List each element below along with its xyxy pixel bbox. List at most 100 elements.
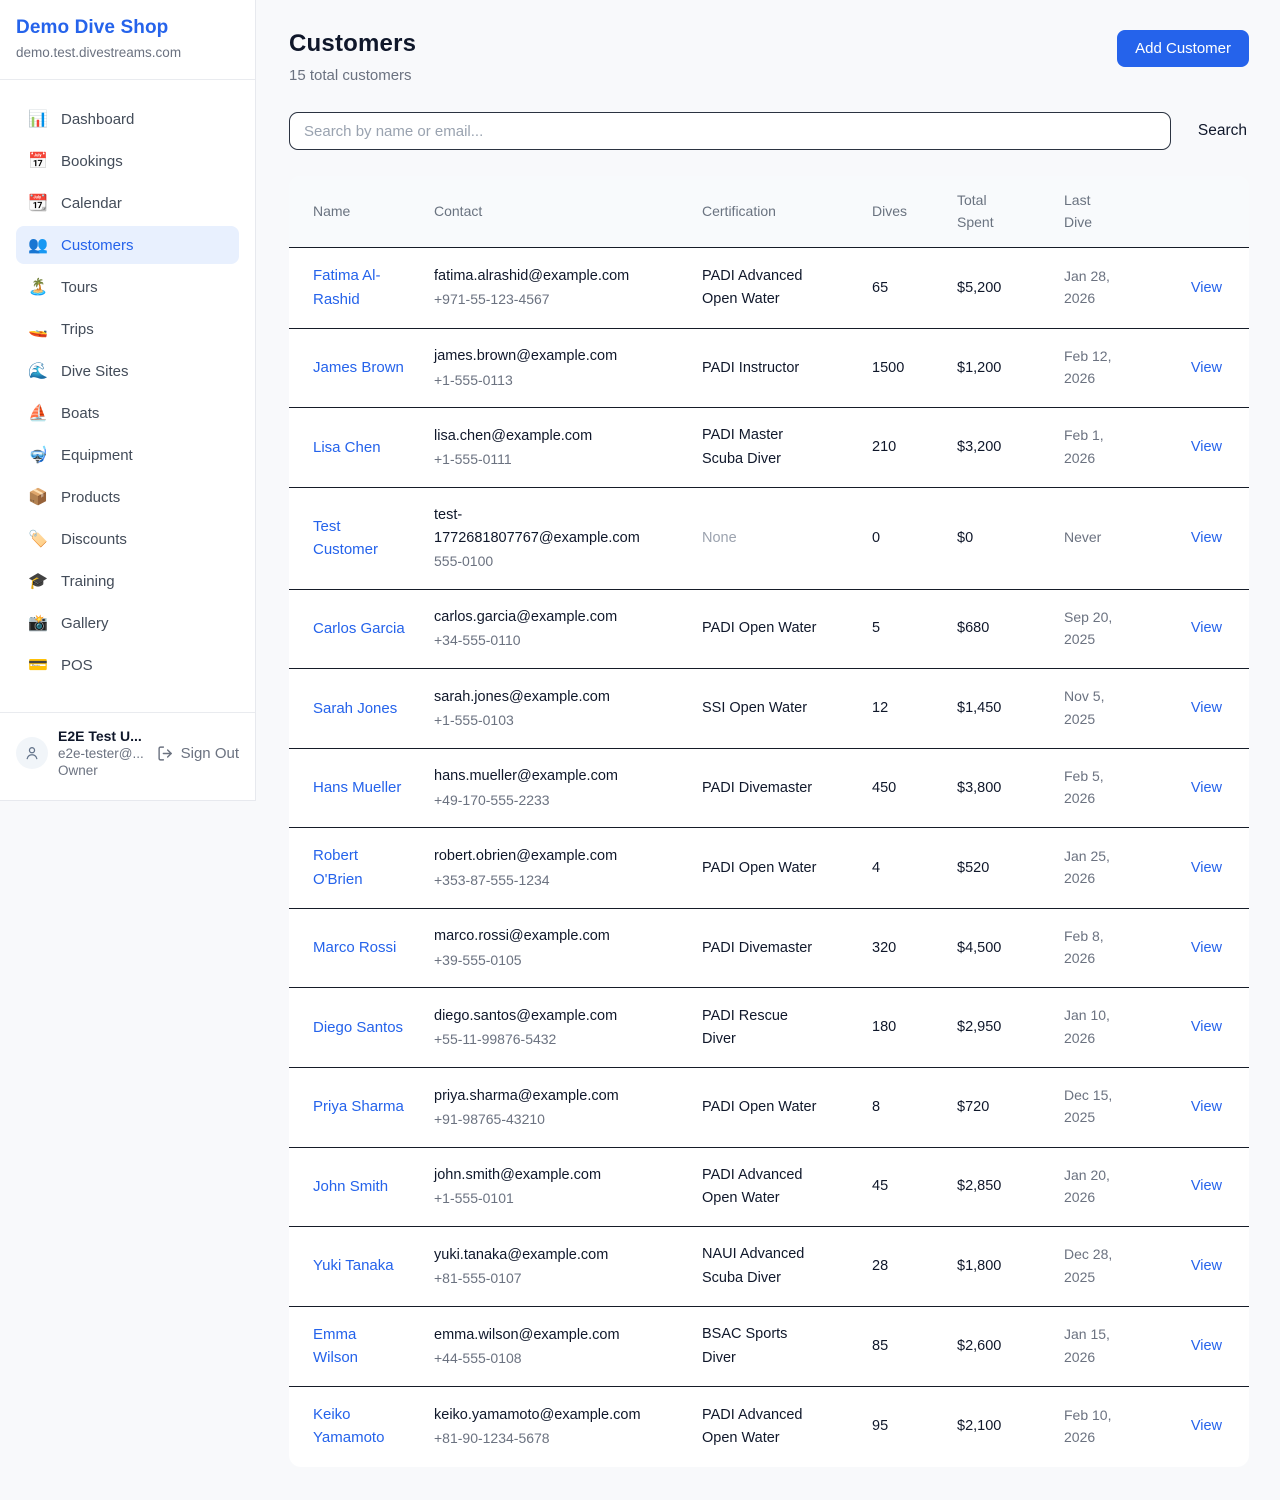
sidebar-item-products[interactable]: 📦 Products bbox=[16, 478, 239, 516]
customer-certification: PADI Master Scuba Diver bbox=[702, 424, 820, 470]
customer-name-link[interactable]: Diego Santos bbox=[313, 1016, 403, 1039]
customer-name-link[interactable]: Sarah Jones bbox=[313, 697, 397, 720]
sidebar-item-customers[interactable]: 👥 Customers bbox=[16, 226, 239, 264]
sidebar-item-gallery[interactable]: 📸 Gallery bbox=[16, 604, 239, 642]
search-button[interactable]: Search bbox=[1196, 116, 1249, 146]
shop-domain: demo.test.divestreams.com bbox=[16, 45, 239, 60]
view-link[interactable]: View bbox=[1191, 1338, 1222, 1354]
sidebar-item-boats[interactable]: ⛵ Boats bbox=[16, 394, 239, 432]
sidebar-nav: 📊 Dashboard 📅 Bookings 📆 Calendar 👥 Cust… bbox=[0, 80, 255, 698]
user-name: E2E Test U... bbox=[58, 728, 147, 744]
customer-name-link[interactable]: John Smith bbox=[313, 1175, 388, 1198]
page-header: Customers 15 total customers Add Custome… bbox=[289, 30, 1249, 84]
sidebar-item-dashboard[interactable]: 📊 Dashboard bbox=[16, 100, 239, 138]
view-link[interactable]: View bbox=[1191, 700, 1222, 716]
view-link[interactable]: View bbox=[1191, 780, 1222, 796]
customer-total-spent: $3,200 bbox=[957, 408, 1064, 488]
customer-name-link[interactable]: Priya Sharma bbox=[313, 1095, 404, 1118]
customer-name-link[interactable]: Hans Mueller bbox=[313, 776, 401, 799]
view-link[interactable]: View bbox=[1191, 1019, 1222, 1035]
sidebar-item-bookings[interactable]: 📅 Bookings bbox=[16, 142, 239, 180]
sidebar-item-pos[interactable]: 💳 POS bbox=[16, 646, 239, 684]
add-customer-button[interactable]: Add Customer bbox=[1117, 30, 1249, 67]
customer-table-body: Fatima Al-Rashid fatima.alrashid@example… bbox=[289, 248, 1249, 1467]
sidebar-item-equipment[interactable]: 🤿 Equipment bbox=[16, 436, 239, 474]
customer-email: carlos.garcia@example.com bbox=[434, 606, 652, 629]
contact-cell: marco.rossi@example.com +39-555-0105 bbox=[434, 908, 702, 988]
customer-certification: PADI Open Water bbox=[702, 857, 816, 880]
customer-name-link[interactable]: Carlos Garcia bbox=[313, 617, 405, 640]
customer-dives: 180 bbox=[872, 988, 957, 1068]
sidebar: Demo Dive Shop demo.test.divestreams.com… bbox=[0, 0, 256, 801]
view-link[interactable]: View bbox=[1191, 280, 1222, 296]
customer-name-link[interactable]: Fatima Al-Rashid bbox=[313, 264, 405, 311]
user-info: E2E Test U... e2e-tester@... Owner bbox=[58, 728, 147, 778]
customer-dives: 65 bbox=[872, 248, 957, 328]
view-link[interactable]: View bbox=[1191, 1418, 1222, 1434]
sidebar-item-training[interactable]: 🎓 Training bbox=[16, 562, 239, 600]
contact-cell: test-1772681807767@example.com 555-0100 bbox=[434, 487, 702, 589]
page-header-text: Customers 15 total customers bbox=[289, 30, 416, 84]
customer-total-spent: $2,950 bbox=[957, 988, 1064, 1068]
customer-last-dive: Jan 20, 2026 bbox=[1064, 1164, 1122, 1209]
customer-name-link[interactable]: Lisa Chen bbox=[313, 436, 381, 459]
contact-cell: priya.sharma@example.com +91-98765-43210 bbox=[434, 1068, 702, 1148]
view-link[interactable]: View bbox=[1191, 940, 1222, 956]
customer-email: robert.obrien@example.com bbox=[434, 845, 652, 868]
sidebar-item-dive-sites[interactable]: 🌊 Dive Sites bbox=[16, 352, 239, 390]
customer-certification: PADI Instructor bbox=[702, 357, 799, 380]
customer-certification: PADI Open Water bbox=[702, 1096, 816, 1119]
customer-last-dive: Dec 15, 2025 bbox=[1064, 1084, 1122, 1129]
customers-table: Name Contact Certification Dives Total S… bbox=[289, 176, 1249, 1467]
customer-name-link[interactable]: Marco Rossi bbox=[313, 936, 396, 959]
view-link[interactable]: View bbox=[1191, 1178, 1222, 1194]
customer-phone: +39-555-0105 bbox=[434, 949, 652, 971]
customer-phone: +353-87-555-1234 bbox=[434, 869, 652, 891]
search-input[interactable] bbox=[289, 112, 1171, 150]
table-row: Hans Mueller hans.mueller@example.com +4… bbox=[289, 748, 1249, 828]
customer-total-spent: $2,100 bbox=[957, 1387, 1064, 1467]
products-icon: 📦 bbox=[28, 487, 48, 507]
sign-out-button[interactable]: Sign Out bbox=[157, 745, 239, 762]
search-row: Search bbox=[289, 112, 1249, 150]
view-link[interactable]: View bbox=[1191, 439, 1222, 455]
sidebar-item-calendar[interactable]: 📆 Calendar bbox=[16, 184, 239, 222]
customer-email: diego.santos@example.com bbox=[434, 1005, 652, 1028]
customer-name-link[interactable]: Emma Wilson bbox=[313, 1323, 405, 1370]
customer-total-spent: $4,500 bbox=[957, 908, 1064, 988]
contact-cell: robert.obrien@example.com +353-87-555-12… bbox=[434, 828, 702, 908]
customer-certification: PADI Divemaster bbox=[702, 777, 812, 800]
contact-cell: yuki.tanaka@example.com +81-555-0107 bbox=[434, 1227, 702, 1307]
sidebar-item-discounts[interactable]: 🏷️ Discounts bbox=[16, 520, 239, 558]
customers-icon: 👥 bbox=[28, 235, 48, 255]
view-link[interactable]: View bbox=[1191, 530, 1222, 546]
customer-dives: 450 bbox=[872, 748, 957, 828]
customer-phone: +1-555-0103 bbox=[434, 709, 652, 731]
boats-icon: ⛵ bbox=[28, 403, 48, 423]
customer-name-link[interactable]: James Brown bbox=[313, 356, 404, 379]
sidebar-header: Demo Dive Shop demo.test.divestreams.com bbox=[0, 0, 255, 80]
customer-phone: +81-90-1234-5678 bbox=[434, 1427, 652, 1449]
view-link[interactable]: View bbox=[1191, 860, 1222, 876]
view-link[interactable]: View bbox=[1191, 620, 1222, 636]
customer-dives: 45 bbox=[872, 1147, 957, 1227]
customer-phone: +1-555-0113 bbox=[434, 369, 652, 391]
customer-phone: +1-555-0111 bbox=[434, 448, 652, 470]
customer-certification: PADI Advanced Open Water bbox=[702, 1404, 820, 1450]
dashboard-icon: 📊 bbox=[28, 109, 48, 129]
discounts-icon: 🏷️ bbox=[28, 529, 48, 549]
customer-dives: 95 bbox=[872, 1387, 957, 1467]
customer-name-link[interactable]: Robert O'Brien bbox=[313, 844, 405, 891]
view-link[interactable]: View bbox=[1191, 1099, 1222, 1115]
customer-name-link[interactable]: Keiko Yamamoto bbox=[313, 1403, 405, 1450]
view-link[interactable]: View bbox=[1191, 360, 1222, 376]
sidebar-item-tours[interactable]: 🏝️ Tours bbox=[16, 268, 239, 306]
contact-cell: emma.wilson@example.com +44-555-0108 bbox=[434, 1306, 702, 1386]
customer-name-link[interactable]: Yuki Tanaka bbox=[313, 1254, 394, 1277]
sidebar-item-trips[interactable]: 🚤 Trips bbox=[16, 310, 239, 348]
customer-name-link[interactable]: Test Customer bbox=[313, 515, 405, 562]
customer-email: marco.rossi@example.com bbox=[434, 925, 652, 948]
table-row: John Smith john.smith@example.com +1-555… bbox=[289, 1147, 1249, 1227]
view-link[interactable]: View bbox=[1191, 1258, 1222, 1274]
customer-dives: 4 bbox=[872, 828, 957, 908]
